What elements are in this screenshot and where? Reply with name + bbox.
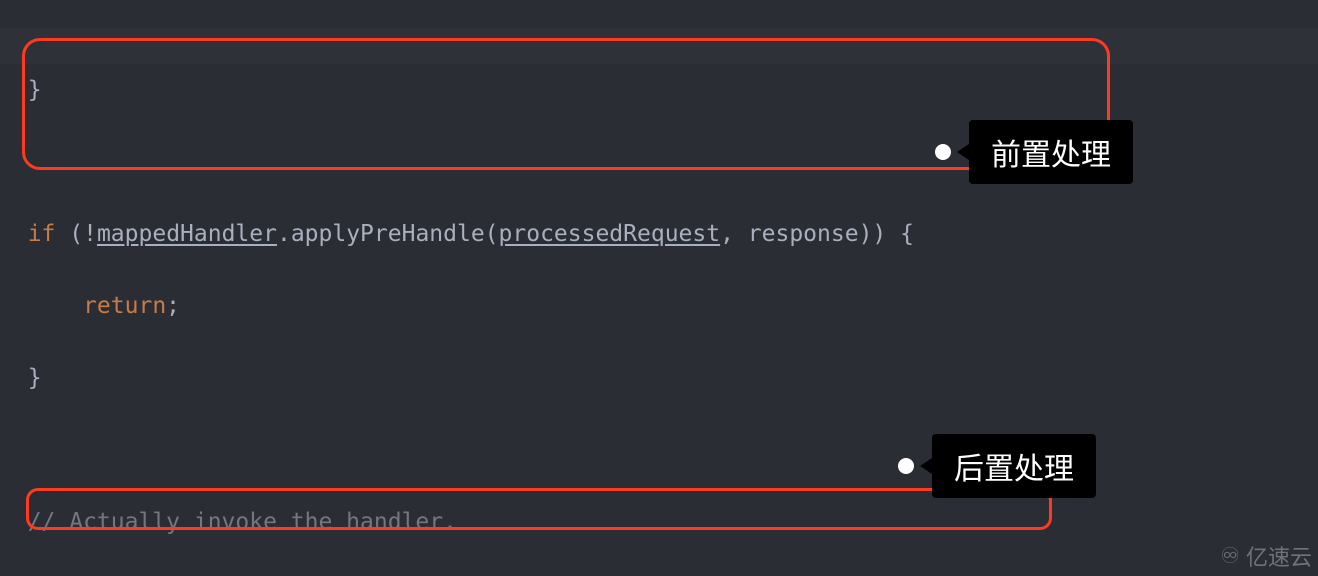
code-line: if (!mappedHandler.applyPreHandle(proces… — [0, 216, 1318, 252]
callout-post-handle: 后置处理 — [898, 434, 1096, 498]
code-line: // Actually invoke the handler. — [0, 504, 1318, 540]
callout-label: 前置处理 — [969, 120, 1133, 184]
callout-label: 后置处理 — [932, 434, 1096, 498]
code-line: return; — [0, 288, 1318, 324]
code-line: } — [0, 72, 1318, 108]
code-block: } if (!mappedHandler.applyPreHandle(proc… — [0, 0, 1318, 576]
callout-dot-icon — [898, 458, 914, 474]
watermark-text: 亿速云 — [1246, 540, 1312, 572]
code-line — [0, 432, 1318, 468]
watermark-logo-icon: ♾ — [1220, 543, 1240, 569]
callout-pre-handle: 前置处理 — [935, 120, 1133, 184]
watermark: ♾ 亿速云 — [1220, 540, 1312, 572]
callout-dot-icon — [935, 144, 951, 160]
code-line: } — [0, 360, 1318, 396]
